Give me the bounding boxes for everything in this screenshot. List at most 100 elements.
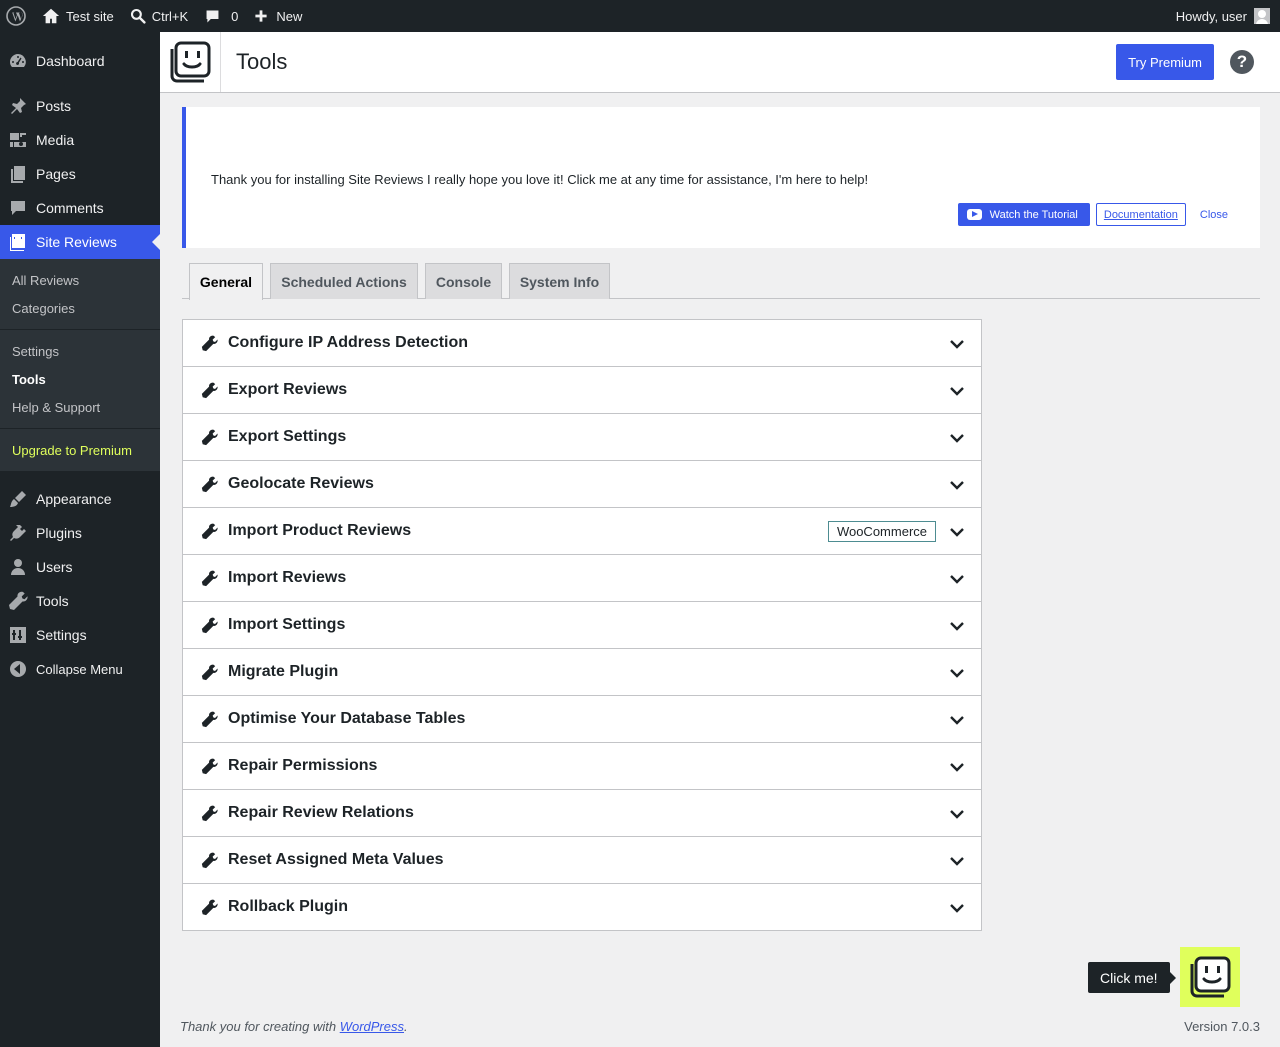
chevron-down-icon: [950, 669, 964, 678]
menu-pages[interactable]: Pages: [0, 157, 160, 191]
comments-link[interactable]: 0: [196, 0, 246, 32]
comment-bubble-icon: [206, 10, 219, 22]
chevron-down-icon: [950, 387, 964, 396]
submenu-upgrade-premium[interactable]: Upgrade to Premium: [0, 436, 160, 464]
avatar: [1254, 8, 1270, 24]
chevron-down-icon: [950, 904, 964, 913]
wrench-icon: [200, 663, 218, 681]
submenu-help-support[interactable]: Help & Support: [0, 393, 160, 421]
wrench-icon: [200, 334, 218, 352]
tab-console[interactable]: Console: [425, 263, 502, 299]
tool-configure-ip-detection[interactable]: Configure IP Address Detection: [183, 320, 981, 367]
chevron-down-icon: [950, 857, 964, 866]
tab-system-info[interactable]: System Info: [509, 263, 610, 299]
tool-export-settings[interactable]: Export Settings: [183, 414, 981, 461]
pages-icon: [8, 164, 28, 184]
menu-tools[interactable]: Tools: [0, 584, 160, 618]
tool-reset-meta-values[interactable]: Reset Assigned Meta Values: [183, 837, 981, 884]
tool-label: Repair Permissions: [228, 757, 378, 774]
menu-settings[interactable]: Settings: [0, 618, 160, 652]
command-palette-button[interactable]: Ctrl+K: [122, 0, 196, 32]
tool-repair-permissions[interactable]: Repair Permissions: [183, 743, 981, 790]
search-icon: [130, 8, 146, 24]
click-me-tooltip[interactable]: Click me!: [1088, 962, 1176, 993]
tab-scheduled-actions[interactable]: Scheduled Actions: [270, 263, 418, 299]
tool-repair-review-relations[interactable]: Repair Review Relations: [183, 790, 981, 837]
home-icon: [42, 8, 60, 24]
submenu-categories[interactable]: Categories: [0, 294, 160, 322]
menu-settings-label: Settings: [36, 627, 87, 643]
watch-tutorial-button[interactable]: Watch the Tutorial: [957, 203, 1090, 226]
comments-count: 0: [231, 8, 239, 24]
tool-label: Export Reviews: [228, 381, 348, 398]
collapse-menu-button[interactable]: Collapse Menu: [0, 652, 160, 686]
tool-label: Import Product Reviews: [228, 522, 412, 539]
site-reviews-logo: [160, 32, 221, 92]
wrench-icon: [200, 522, 218, 540]
site-name-text: Test site: [66, 8, 114, 24]
plug-icon: [8, 523, 28, 543]
menu-tools-label: Tools: [36, 593, 69, 609]
site-reviews-submenu: All Reviews Categories Settings Tools He…: [0, 259, 160, 471]
assistant-button[interactable]: [1180, 947, 1240, 1007]
tool-label: Optimise Your Database Tables: [228, 710, 466, 727]
menu-users[interactable]: Users: [0, 550, 160, 584]
chevron-down-icon: [950, 434, 964, 443]
menu-plugins[interactable]: Plugins: [0, 516, 160, 550]
tool-label: Export Settings: [228, 428, 347, 445]
tab-general[interactable]: General: [189, 263, 263, 300]
wrench-icon: [200, 710, 218, 728]
submenu-settings[interactable]: Settings: [0, 337, 160, 365]
menu-dashboard-label: Dashboard: [36, 53, 105, 69]
user-icon: [8, 557, 28, 577]
menu-dashboard[interactable]: Dashboard: [0, 44, 160, 78]
settings-icon: [8, 625, 28, 645]
wordpress-link[interactable]: WordPress: [340, 1019, 404, 1034]
wrench-icon: [8, 591, 28, 611]
tool-geolocate-reviews[interactable]: Geolocate Reviews: [183, 461, 981, 508]
welcome-notice: Thank you for installing Site Reviews I …: [182, 107, 1260, 248]
menu-site-reviews[interactable]: Site Reviews: [0, 225, 160, 259]
submenu-tools[interactable]: Tools: [0, 365, 160, 393]
howdy-text: Howdy, user: [1175, 8, 1247, 24]
tool-export-reviews[interactable]: Export Reviews: [183, 367, 981, 414]
wordpress-logo-button[interactable]: [0, 0, 34, 32]
notice-actions: Watch the Tutorial Documentation Close: [957, 203, 1228, 226]
search-shortcut-text: Ctrl+K: [151, 8, 189, 24]
tool-rollback-plugin[interactable]: Rollback Plugin: [183, 884, 981, 930]
admin-sidebar: Dashboard Posts Media Pages Comments Sit…: [0, 32, 160, 1047]
wrench-icon: [200, 616, 218, 634]
try-premium-button[interactable]: Try Premium: [1116, 44, 1214, 80]
menu-posts[interactable]: Posts: [0, 89, 160, 123]
menu-pages-label: Pages: [36, 166, 76, 182]
new-content-button[interactable]: New: [246, 0, 310, 32]
footer-thanks: Thank you for creating with WordPress.: [180, 1019, 408, 1034]
chevron-down-icon: [950, 763, 964, 772]
my-account-menu[interactable]: Howdy, user: [1176, 8, 1280, 24]
tool-import-product-reviews[interactable]: Import Product Reviews WooCommerce: [183, 508, 981, 555]
tool-import-reviews[interactable]: Import Reviews: [183, 555, 981, 602]
documentation-button[interactable]: Documentation: [1095, 203, 1186, 226]
help-icon[interactable]: ?: [1230, 50, 1254, 74]
wrench-icon: [200, 428, 218, 446]
brush-icon: [8, 489, 28, 509]
wrench-icon: [200, 381, 218, 399]
tool-optimise-database[interactable]: Optimise Your Database Tables: [183, 696, 981, 743]
menu-posts-label: Posts: [36, 98, 72, 114]
media-icon: [8, 130, 28, 150]
woocommerce-badge: WooCommerce: [827, 521, 936, 542]
menu-appearance[interactable]: Appearance: [0, 482, 160, 516]
site-name-link[interactable]: Test site: [34, 0, 122, 32]
footer-thanks-prefix: Thank you for creating with: [180, 1019, 340, 1034]
tool-migrate-plugin[interactable]: Migrate Plugin: [183, 649, 981, 696]
submenu-all-reviews[interactable]: All Reviews: [0, 266, 160, 294]
close-notice-link[interactable]: Close: [1200, 209, 1228, 221]
wrench-icon: [200, 757, 218, 775]
tool-import-settings[interactable]: Import Settings: [183, 602, 981, 649]
site-reviews-logo-icon: [1190, 956, 1231, 998]
menu-comments[interactable]: Comments: [0, 191, 160, 225]
wrench-icon: [200, 898, 218, 916]
chevron-down-icon: [950, 810, 964, 819]
menu-media[interactable]: Media: [0, 123, 160, 157]
pin-icon: [8, 96, 28, 116]
